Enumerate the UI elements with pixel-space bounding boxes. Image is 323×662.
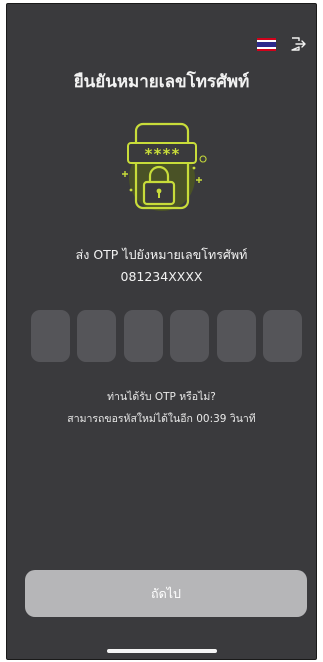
otp-instructions: ส่ง OTP ไปยังหมายเลขโทรศัพท์ 081234XXXX — [7, 244, 316, 288]
otp-digit-5[interactable] — [216, 310, 256, 362]
instruction-text: ส่ง OTP ไปยังหมายเลขโทรศัพท์ — [75, 247, 248, 262]
home-indicator — [106, 649, 217, 653]
otp-digit-2[interactable] — [77, 310, 117, 362]
resend-question[interactable]: ท่านได้รับ OTP หรือไม่? — [7, 386, 316, 408]
otp-verification-screen: ยืนยันหมายเลขโทรศัพท์ **** ส่ง OTP ไปยัง… — [6, 3, 317, 660]
otp-phone-lock-icon: **** — [121, 122, 207, 211]
otp-digit-1[interactable] — [31, 310, 70, 362]
top-bar — [257, 36, 306, 52]
otp-code-mask: **** — [143, 145, 179, 163]
page-title: ยืนยันหมายเลขโทรศัพท์ — [73, 72, 250, 92]
resend-countdown: สามารถขอรหัสใหม่ได้ในอีก 00:39 วินาที — [67, 413, 256, 425]
logout-icon[interactable] — [290, 36, 306, 52]
otp-digit-4[interactable] — [170, 310, 210, 362]
otp-input-group — [31, 310, 302, 362]
otp-digit-6[interactable] — [262, 310, 302, 362]
otp-digit-3[interactable] — [123, 310, 163, 362]
next-button[interactable]: ถัดไป — [25, 570, 307, 617]
phone-number: 081234XXXX — [120, 269, 203, 284]
resend-info: ท่านได้รับ OTP หรือไม่? สามารถขอรหัสใหม่… — [7, 386, 316, 430]
thai-flag-icon[interactable] — [257, 37, 276, 51]
